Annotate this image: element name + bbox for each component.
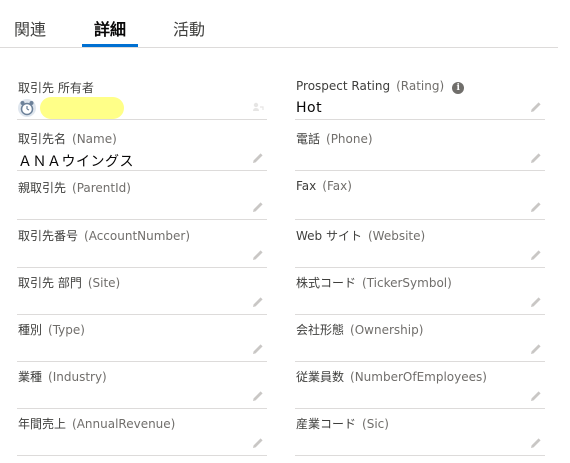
field-account-number-label: 取引先番号 (AccountNumber) [18, 229, 191, 243]
field-revenue-label: 年間売上 (AnnualRevenue) [18, 417, 176, 431]
field-account-number: 取引先番号 (AccountNumber) [17, 221, 267, 268]
tab-activity[interactable]: 活動 [173, 16, 205, 48]
field-industry-label: 業種 (Industry) [18, 370, 107, 384]
field-fax: Fax (Fax) [295, 173, 545, 220]
pencil-icon[interactable] [252, 296, 264, 308]
field-phone: 電話 (Phone) [295, 124, 545, 171]
field-name: 取引先名 (Name) ＡＮＡウイングス [17, 124, 267, 171]
field-fax-label: Fax (Fax) [296, 179, 352, 193]
pencil-icon[interactable] [252, 343, 264, 355]
field-name-value: ＡＮＡウイングス [18, 154, 134, 170]
pencil-icon[interactable] [252, 249, 264, 261]
field-rating: Prospect Rating (Rating) i Hot [295, 73, 545, 120]
pencil-icon[interactable] [530, 201, 542, 213]
tab-related[interactable]: 関連 [14, 16, 46, 48]
field-ticker: 株式コード (TickerSymbol) [295, 268, 545, 315]
pencil-icon[interactable] [530, 101, 542, 113]
field-website-label: Web サイト (Website) [296, 229, 426, 243]
field-site: 取引先 部門 (Site) [17, 268, 267, 315]
field-ownership-label: 会社形態 (Ownership) [296, 323, 424, 337]
field-employees: 従業員数 (NumberOfEmployees) [295, 362, 545, 409]
info-icon[interactable]: i [452, 82, 465, 94]
field-type: 種別 (Type) [17, 315, 267, 362]
field-sic: 産業コード (Sic) [295, 409, 545, 456]
detail-tabs: 関連 詳細 活動 [0, 0, 558, 48]
active-tab-indicator [82, 44, 138, 47]
field-owner-label: 取引先 所有者 [18, 81, 94, 95]
field-employees-label: 従業員数 (NumberOfEmployees) [296, 370, 487, 384]
field-rating-label: Prospect Rating (Rating) i [296, 79, 465, 94]
field-ownership: 会社形態 (Ownership) [295, 315, 545, 362]
pencil-icon[interactable] [530, 249, 542, 261]
change-owner-icon[interactable] [252, 101, 264, 113]
pencil-icon[interactable] [530, 152, 542, 164]
field-owner: 取引先 所有者 [17, 73, 267, 120]
field-site-label: 取引先 部門 (Site) [18, 276, 121, 290]
owner-name-highlight [40, 97, 124, 119]
field-name-label: 取引先名 (Name) [18, 132, 117, 146]
pencil-icon[interactable] [530, 390, 542, 402]
pencil-icon[interactable] [530, 343, 542, 355]
user-avatar-icon [18, 99, 36, 117]
field-revenue: 年間売上 (AnnualRevenue) [17, 409, 267, 456]
field-ticker-label: 株式コード (TickerSymbol) [296, 276, 452, 290]
pencil-icon[interactable] [252, 152, 264, 164]
field-parent-label: 親取引先 (ParentId) [18, 181, 131, 195]
pencil-icon[interactable] [252, 390, 264, 402]
field-website: Web サイト (Website) [295, 221, 545, 268]
field-industry: 業種 (Industry) [17, 362, 267, 409]
pencil-icon[interactable] [530, 296, 542, 308]
field-sic-label: 産業コード (Sic) [296, 417, 389, 431]
pencil-icon[interactable] [530, 437, 542, 449]
field-phone-label: 電話 (Phone) [296, 132, 373, 146]
field-type-label: 種別 (Type) [18, 323, 85, 337]
pencil-icon[interactable] [252, 201, 264, 213]
pencil-icon[interactable] [252, 437, 264, 449]
field-rating-value: Hot [296, 100, 323, 116]
field-parent: 親取引先 (ParentId) [17, 173, 267, 220]
